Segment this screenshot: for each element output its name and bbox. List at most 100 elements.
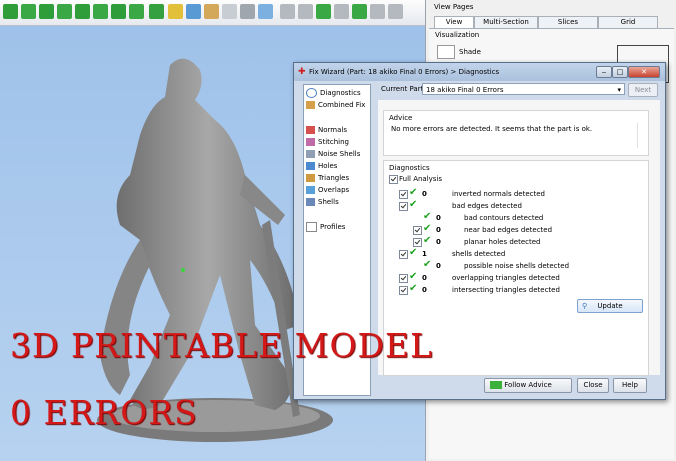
- open-icon[interactable]: [3, 4, 18, 19]
- planar-holes-checkbox[interactable]: [413, 238, 422, 247]
- settings-icon[interactable]: [149, 4, 164, 19]
- bad-contours-count: 0: [436, 214, 441, 222]
- noise-shells-label: possible noise shells detected: [464, 262, 570, 270]
- cube-side-icon[interactable]: [204, 4, 219, 19]
- normals-icon: [306, 126, 315, 134]
- near-bad-edges-checkbox[interactable]: [413, 226, 422, 235]
- minimize-button[interactable]: ‒: [596, 66, 612, 78]
- inverted-normals-count: 0: [422, 190, 427, 198]
- arrow-5-icon[interactable]: [370, 4, 385, 19]
- arrow-icon[interactable]: [280, 4, 295, 19]
- arrow-3-icon[interactable]: [334, 4, 349, 19]
- draw-icon[interactable]: [57, 4, 72, 19]
- intersecting-checkbox[interactable]: [399, 286, 408, 295]
- panel-title: View Pages: [434, 3, 474, 11]
- cube-top-icon[interactable]: [222, 4, 237, 19]
- nav-triangles[interactable]: Triangles: [306, 173, 349, 184]
- close-window-button[interactable]: ✕: [628, 66, 660, 78]
- ok-check-icon: ✔: [409, 199, 418, 210]
- arrow-green-icon[interactable]: [316, 4, 331, 19]
- ok-check-icon: ✔: [423, 235, 432, 246]
- section-visualization: Visualization: [435, 31, 480, 39]
- nav-stitching[interactable]: Stitching: [306, 137, 349, 148]
- advice-scrollbar[interactable]: [637, 123, 645, 148]
- shells-count: 1: [422, 250, 427, 258]
- nav-shells[interactable]: Shells: [306, 197, 339, 208]
- near-bad-edges-count: 0: [436, 226, 441, 234]
- cube-iso-icon[interactable]: [258, 4, 273, 19]
- diagnostics-label: Diagnostics: [389, 164, 430, 172]
- inverted-normals-label: inverted normals detected: [452, 190, 545, 198]
- line-icon[interactable]: [93, 4, 108, 19]
- next-button[interactable]: Next: [628, 83, 658, 97]
- inverted-normals-checkbox[interactable]: [399, 190, 408, 199]
- near-bad-edges-label: near bad edges detected: [464, 226, 553, 234]
- triangles-icon: [306, 174, 315, 182]
- noise-shells-count: 0: [436, 262, 441, 270]
- planar-holes-count: 0: [436, 238, 441, 246]
- follow-advice-button[interactable]: Follow Advice: [484, 378, 572, 393]
- overlay-line-2: 0 ERRORS: [10, 393, 198, 432]
- full-analysis-checkbox[interactable]: [389, 175, 398, 184]
- sphere-icon[interactable]: [21, 4, 36, 19]
- dialog-title: Fix Wizard (Part: 18 akiko Final 0 Error…: [309, 68, 500, 76]
- red-cross-icon: ✚: [298, 67, 306, 77]
- advice-group: Advice No more errors are detected. It s…: [383, 110, 649, 156]
- tab-view[interactable]: View: [434, 16, 474, 28]
- nav-diagnostics[interactable]: Diagnostics: [306, 88, 361, 99]
- shells-label: shells detected: [452, 250, 506, 258]
- shade-dropdown[interactable]: [437, 45, 455, 59]
- shells-icon: [306, 198, 315, 206]
- green-arrow-icon: [490, 381, 502, 389]
- nav-normals[interactable]: Normals: [306, 125, 347, 136]
- shade-label: Shade: [459, 48, 481, 56]
- nav-profiles[interactable]: Profiles: [306, 222, 345, 233]
- full-analysis-label: Full Analysis: [399, 175, 443, 183]
- planar-holes-label: planar holes detected: [464, 238, 541, 246]
- mesh-icon[interactable]: [111, 4, 126, 19]
- holes-icon: [306, 162, 315, 170]
- nav-overlaps[interactable]: Overlaps: [306, 185, 349, 196]
- nav-noise-shells[interactable]: Noise Shells: [306, 149, 360, 160]
- overlapping-checkbox[interactable]: [399, 274, 408, 283]
- arrow-2-icon[interactable]: [298, 4, 313, 19]
- advice-text: No more errors are detected. It seems th…: [391, 125, 593, 133]
- node-icon[interactable]: [129, 4, 144, 19]
- cube-front-icon[interactable]: [186, 4, 201, 19]
- update-button[interactable]: ⚲ Update: [577, 299, 643, 313]
- help-button[interactable]: Help: [613, 378, 647, 393]
- profiles-icon: [306, 222, 317, 232]
- tab-grid[interactable]: Grid: [598, 16, 658, 28]
- tab-slices[interactable]: Slices: [538, 16, 598, 28]
- toolbar: [0, 0, 425, 26]
- current-part-label: Current Part:: [381, 85, 426, 93]
- noise-shells-icon: [306, 150, 315, 158]
- maximize-button[interactable]: □: [612, 66, 628, 78]
- arrow-6-icon[interactable]: [388, 4, 403, 19]
- grid-icon[interactable]: [75, 4, 90, 19]
- cube-icon[interactable]: [168, 4, 183, 19]
- ok-check-icon: ✔: [409, 271, 418, 282]
- intersecting-label: intersecting triangles detected: [452, 286, 560, 294]
- ok-check-icon: ✔: [409, 187, 418, 198]
- ok-check-icon: ✔: [409, 247, 418, 258]
- cut-icon[interactable]: [39, 4, 54, 19]
- arrow-4-icon[interactable]: [352, 4, 367, 19]
- overlapping-count: 0: [422, 274, 427, 282]
- intersecting-count: 0: [422, 286, 427, 294]
- ok-check-icon: ✔: [423, 223, 432, 234]
- nav-holes[interactable]: Holes: [306, 161, 337, 172]
- close-button[interactable]: Close: [577, 378, 609, 393]
- shells-checkbox[interactable]: [399, 250, 408, 259]
- current-part-select[interactable]: 18 akiko Final 0 Errors ▾: [422, 83, 625, 95]
- advice-label: Advice: [389, 114, 413, 122]
- magnifier-icon: [306, 88, 317, 98]
- ok-check-icon: ✔: [423, 211, 432, 222]
- cube-back-icon[interactable]: [240, 4, 255, 19]
- nav-combined-fix[interactable]: Combined Fix: [306, 100, 365, 111]
- chevron-down-icon: ▾: [617, 86, 621, 94]
- combined-fix-icon: [306, 101, 315, 109]
- ok-check-icon: ✔: [423, 259, 432, 270]
- bad-edges-checkbox[interactable]: [399, 202, 408, 211]
- tab-multi-section[interactable]: Multi-Section: [474, 16, 538, 28]
